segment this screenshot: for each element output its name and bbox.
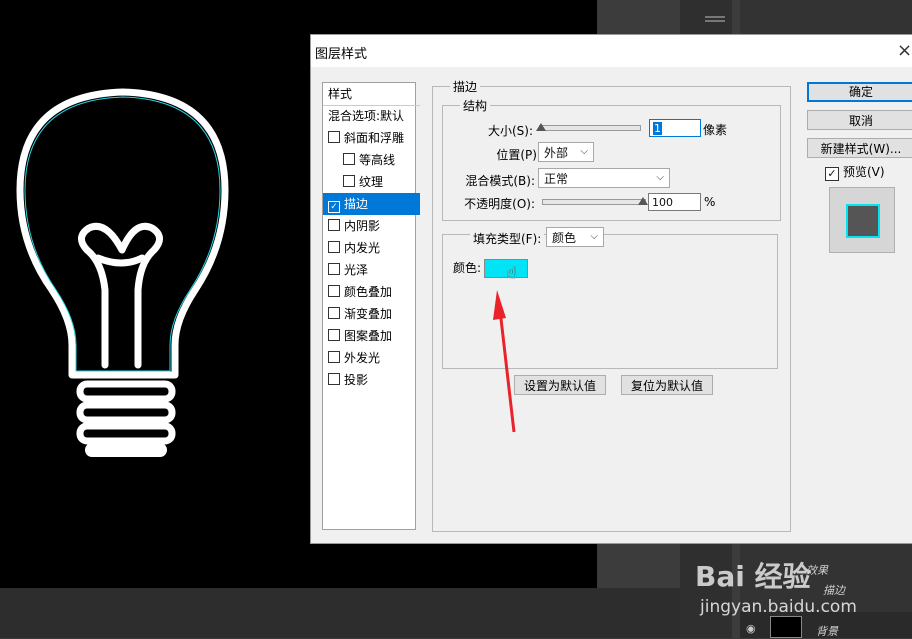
watermark-url: jingyan.baidu.com xyxy=(700,597,857,617)
red-arrow xyxy=(493,290,516,433)
watermark: Bai 经验 xyxy=(695,560,811,593)
